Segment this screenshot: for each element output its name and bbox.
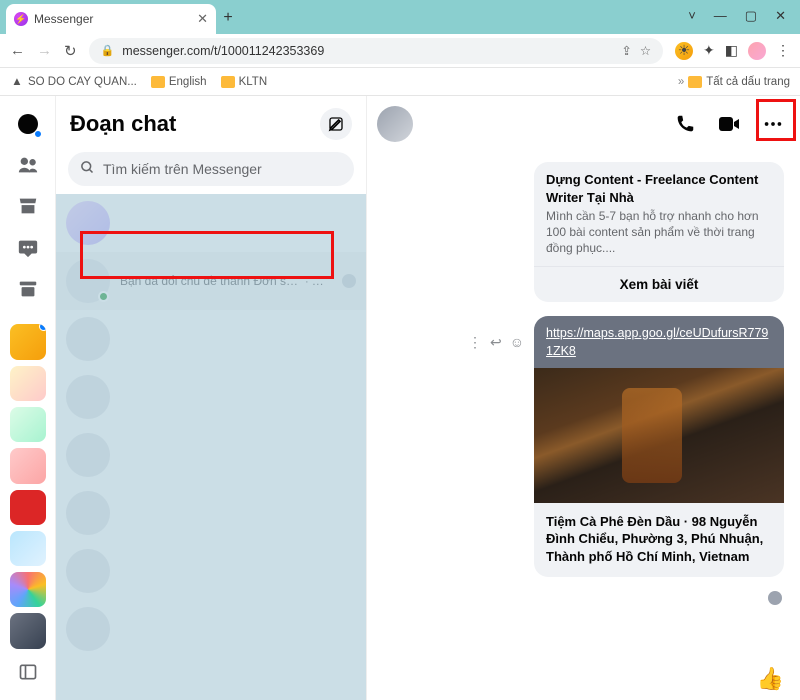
online-dot-icon — [98, 291, 109, 302]
map-preview-image — [534, 368, 784, 503]
search-icon — [80, 160, 95, 178]
conversation-row[interactable] — [56, 426, 366, 484]
compose-button[interactable] — [320, 108, 352, 140]
avatar — [66, 491, 110, 535]
message-react-icon[interactable]: ☺ — [510, 334, 524, 351]
browser-toolbar: ← → ↻ 🔒 messenger.com/t/100011242353369 … — [0, 34, 800, 68]
conversation-row-selected[interactable]: Bạn đã đổi chủ đề thành Đơn s… · 2 giờ — [56, 252, 366, 310]
window-minimize-icon[interactable]: — — [714, 8, 727, 24]
map-url-link[interactable]: https://maps.app.goo.gl/ceUDufursR7791ZK… — [546, 326, 768, 358]
window-maximize-icon[interactable]: ▢ — [745, 8, 757, 24]
rail-archive-icon[interactable] — [10, 271, 46, 306]
rail-story-thumb[interactable] — [10, 324, 46, 359]
window-close-icon[interactable]: ✕ — [775, 8, 786, 24]
window-titlebar: ⚡ Messenger ✕ + ˅ — ▢ ✕ — [0, 0, 800, 34]
like-button[interactable]: 👍 — [757, 666, 784, 692]
folder-icon — [688, 76, 702, 88]
bookmark-all[interactable]: » Tất cả dấu trang — [678, 76, 790, 88]
chat-pane: Dựng Content - Freelance Content Writer … — [366, 96, 800, 700]
rail-story-thumb[interactable] — [10, 490, 46, 525]
bookmark-english[interactable]: English — [151, 76, 207, 88]
folder-icon — [221, 76, 235, 88]
more-options-button[interactable] — [756, 107, 790, 141]
avatar — [66, 549, 110, 593]
back-button[interactable]: ← — [10, 42, 25, 59]
rail-story-thumb[interactable] — [10, 407, 46, 442]
seen-indicator — [342, 274, 356, 288]
chat-list-title: Đoạn chat — [70, 111, 312, 137]
chat-list-panel: Đoạn chat Tìm kiếm trên Messenger – Bạn … — [56, 96, 366, 700]
url-text: messenger.com/t/100011242353369 — [122, 44, 324, 58]
bookmark-drive[interactable]: ▲ SO DO CAY QUAN... — [10, 75, 137, 89]
address-bar[interactable]: 🔒 messenger.com/t/100011242353369 ⇪ ☆ — [89, 38, 663, 64]
conversation-preview: Bạn đã đổi chủ đề thành Đơn s… — [120, 274, 298, 288]
unread-dot-icon — [39, 324, 46, 331]
rail-collapse-icon[interactable] — [10, 655, 46, 690]
avatar — [66, 259, 110, 303]
share-icon[interactable]: ⇪ — [621, 43, 631, 58]
message-more-icon[interactable]: ⋮ — [468, 334, 482, 351]
conversation-row[interactable] — [56, 310, 366, 368]
conversation-row[interactable] — [56, 484, 366, 542]
folder-icon — [151, 76, 165, 88]
avatar — [66, 607, 110, 651]
forward-button[interactable]: → — [37, 42, 52, 59]
card-title: Dựng Content - Freelance Content Writer … — [546, 171, 772, 206]
avatar — [66, 317, 110, 361]
rail-chats-icon[interactable] — [10, 106, 46, 141]
conversation-row[interactable]: – — [56, 194, 366, 252]
seen-avatar-icon — [768, 591, 782, 605]
rail-story-thumb[interactable] — [10, 448, 46, 483]
profile-avatar-icon[interactable] — [748, 42, 766, 60]
rail-story-thumb[interactable] — [10, 366, 46, 401]
browser-menu-icon[interactable]: ⋮ — [776, 42, 790, 59]
link-preview-card[interactable]: Dựng Content - Freelance Content Writer … — [534, 162, 784, 302]
left-rail — [0, 96, 56, 700]
chat-header-avatar[interactable] — [377, 106, 413, 142]
message-actions: ⋮ ↩ ☺ — [468, 334, 524, 351]
browser-tab[interactable]: ⚡ Messenger ✕ — [6, 4, 216, 34]
extension-square-icon[interactable]: ◧ — [725, 42, 738, 59]
message-reply-icon[interactable]: ↩ — [490, 334, 502, 351]
bookmark-star-icon[interactable]: ☆ — [640, 43, 651, 58]
rail-story-thumb[interactable] — [10, 613, 46, 648]
search-input[interactable]: Tìm kiếm trên Messenger — [68, 152, 354, 186]
lock-icon: 🔒 — [101, 44, 115, 57]
messenger-favicon: ⚡ — [14, 12, 28, 26]
avatar — [66, 201, 110, 245]
map-caption: Tiệm Cà Phê Đèn Dầu · 98 Nguyễn Đình Chi… — [534, 503, 784, 578]
card-cta-button[interactable]: Xem bài viết — [534, 266, 784, 302]
conversation-row[interactable] — [56, 368, 366, 426]
rail-people-icon[interactable] — [10, 147, 46, 182]
tab-close-icon[interactable]: ✕ — [197, 11, 208, 27]
rail-story-thumb[interactable] — [10, 572, 46, 607]
rail-requests-icon[interactable] — [10, 230, 46, 265]
chat-list-items: – Bạn đã đổi chủ đề thành Đơn s… · 2 giờ — [56, 194, 366, 700]
conversation-row[interactable] — [56, 600, 366, 658]
reload-button[interactable]: ↻ — [64, 42, 77, 60]
extensions-puzzle-icon[interactable]: ✦ — [703, 42, 715, 59]
window-chevron-icon[interactable]: ˅ — [688, 8, 696, 24]
map-link-card[interactable]: https://maps.app.goo.gl/ceUDufursR7791ZK… — [534, 316, 784, 578]
search-placeholder: Tìm kiếm trên Messenger — [103, 161, 262, 177]
bookmarks-bar: ▲ SO DO CAY QUAN... English KLTN » Tất c… — [0, 68, 800, 96]
avatar — [66, 433, 110, 477]
tab-title: Messenger — [34, 12, 93, 26]
avatar — [66, 375, 110, 419]
bookmark-kltn[interactable]: KLTN — [221, 76, 268, 88]
drive-icon: ▲ — [10, 75, 24, 89]
extension-icon[interactable]: ☀ — [675, 42, 693, 60]
voice-call-button[interactable] — [668, 107, 702, 141]
video-call-button[interactable] — [712, 107, 746, 141]
conversation-row[interactable] — [56, 542, 366, 600]
chevron-right-icon: » — [678, 76, 684, 88]
unread-dot-icon — [34, 130, 42, 138]
chat-messages: Dựng Content - Freelance Content Writer … — [367, 152, 800, 658]
rail-marketplace-icon[interactable] — [10, 189, 46, 224]
card-description: Mình cần 5-7 bạn hỗ trợ nhanh cho hơn 10… — [546, 208, 772, 257]
new-tab-button[interactable]: + — [216, 6, 240, 30]
chat-header — [367, 96, 800, 152]
rail-story-thumb[interactable] — [10, 531, 46, 566]
chat-composer: 👍 — [367, 658, 800, 700]
